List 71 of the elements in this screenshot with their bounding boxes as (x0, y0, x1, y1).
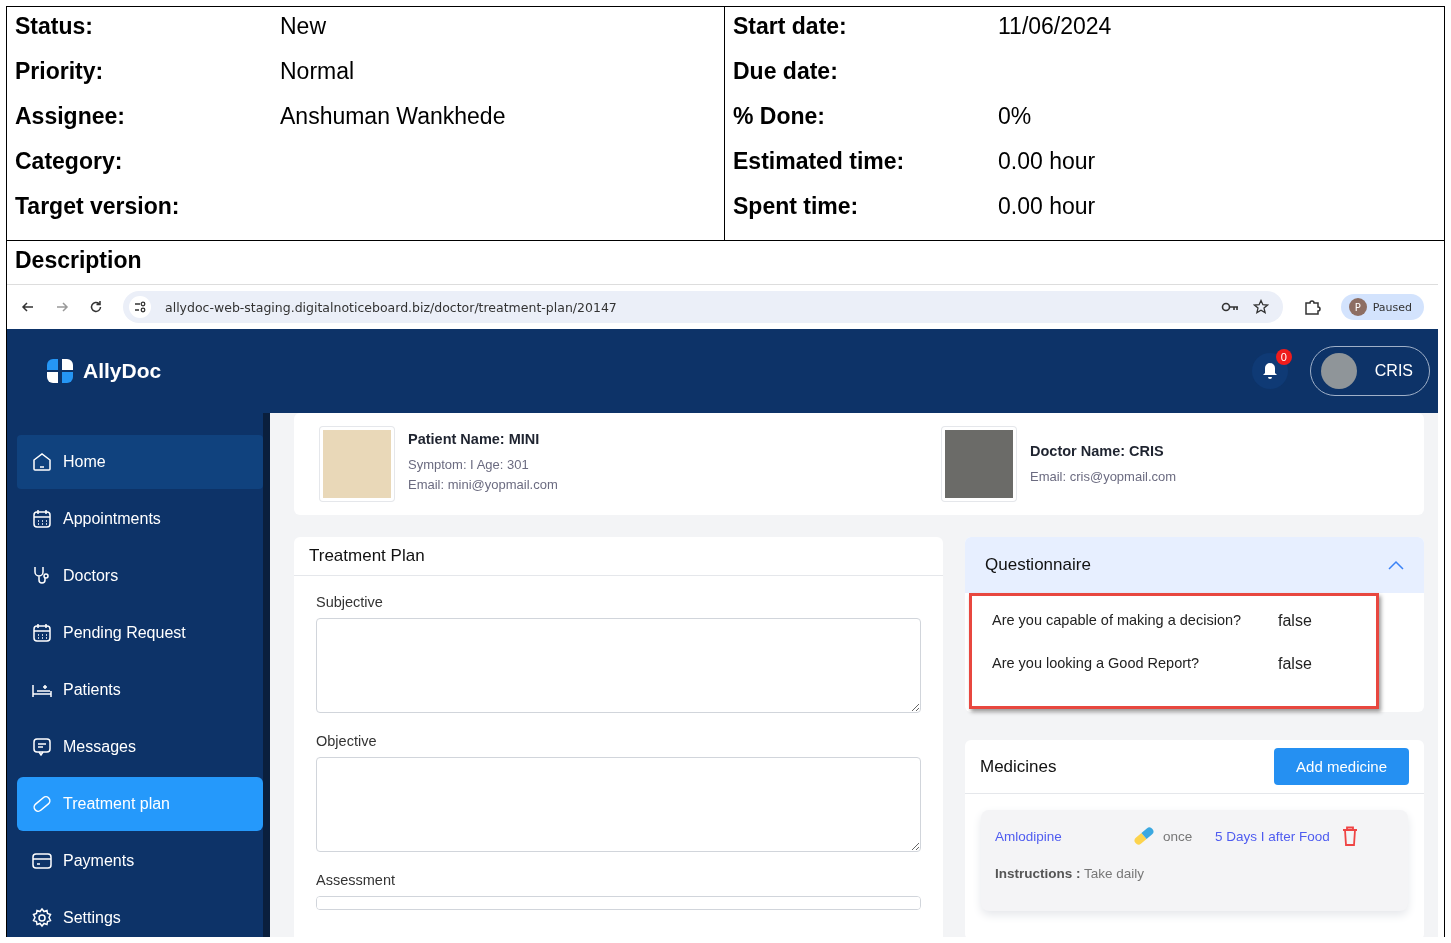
sidebar-item[interactable]: Home (17, 435, 263, 489)
attribute-label: % Done: (733, 103, 826, 130)
key-icon[interactable] (1220, 301, 1239, 313)
attribute-label: Estimated time: (733, 148, 906, 175)
sidebar-item[interactable]: Patients (17, 663, 263, 717)
url-text: allydoc-web-staging.digitalnoticeboard.biz/doctor/treatment-plan/20147 (165, 299, 617, 315)
sidebar-item[interactable]: Messages (17, 720, 263, 774)
attribute-label: Priority: (15, 58, 105, 85)
capsule-icon (1131, 824, 1157, 848)
attribute-value: 0% (998, 103, 1032, 130)
puzzle-icon[interactable] (1302, 298, 1321, 316)
sidebar-item[interactable]: Settings (17, 891, 263, 937)
forward-icon[interactable] (55, 300, 69, 314)
back-icon[interactable] (21, 300, 35, 314)
calendar-icon (31, 508, 53, 530)
sidebar-item[interactable]: Payments (17, 834, 263, 888)
field-label: Assessment (316, 872, 396, 888)
sidebar-item[interactable]: Doctors (17, 549, 263, 603)
attribute-label: Target version: (15, 193, 181, 220)
frequency-text: once (1163, 828, 1194, 844)
accordion-header[interactable]: Questionnaire (965, 537, 1424, 593)
field-label: Subjective (316, 594, 384, 610)
logo-icon (45, 357, 75, 385)
card-title: Treatment Plan (294, 537, 943, 576)
answer-text: false (1278, 655, 1312, 674)
profile-button[interactable]: P Paused (1340, 294, 1424, 320)
attribute-label: Category: (15, 148, 124, 175)
site-settings-icon[interactable] (129, 296, 151, 318)
attribute-label: Start date: (733, 13, 848, 40)
attribute-label: Assignee: (15, 103, 126, 130)
schedule-text: 5 Days I after Food (1215, 828, 1330, 844)
attribute-value: New (280, 13, 326, 40)
pill-icon (31, 793, 53, 815)
scrollbar[interactable] (263, 413, 270, 937)
doctor-email: Email: cris@yopmail.com (1030, 469, 1177, 484)
card-icon (31, 850, 53, 872)
attribute-label: Status: (15, 13, 94, 40)
settings-icon (31, 907, 53, 929)
profile-avatar: P (1348, 298, 1367, 316)
user-avatar (1320, 353, 1357, 389)
answer-text: false (1278, 612, 1312, 631)
attribute-label: Due date: (733, 58, 839, 85)
instructions-text: Instructions : Take daily (995, 866, 1146, 881)
message-icon (31, 736, 53, 758)
question-text: Are you looking a Good Report? (992, 655, 1201, 673)
address-bar[interactable]: allydoc-web-staging.digitalnoticeboard.biz/doctor/treatment-plan/20147 (123, 291, 1283, 323)
attribute-value: Anshuman Wankhede (280, 103, 506, 130)
medicine-name[interactable]: Amlodipine (995, 828, 1125, 844)
question-text: Are you capable of making a decision? (992, 612, 1243, 630)
patient-email: Email: mini@yopmail.com (408, 477, 558, 492)
star-icon[interactable] (1252, 299, 1269, 315)
patient-details: Symptom: I Age: 301 (408, 457, 530, 472)
notification-count: 0 (1275, 349, 1292, 365)
calendar-icon (31, 622, 53, 644)
delete-icon[interactable] (1341, 826, 1358, 846)
attribute-value: 0.00 hour (998, 193, 1096, 220)
notification-bell-icon[interactable] (1261, 362, 1278, 380)
doctor-name: Doctor Name: CRIS (1030, 443, 1165, 459)
reload-icon[interactable] (89, 300, 103, 314)
home-icon (31, 451, 53, 473)
app-logo-text: AllyDoc (83, 359, 162, 383)
attribute-value: 0.00 hour (998, 148, 1096, 175)
field-label: Objective (316, 733, 378, 749)
attribute-value: Normal (280, 58, 355, 85)
sidebar-item[interactable]: Pending Request (17, 606, 263, 660)
attribute-label: Spent time: (733, 193, 860, 220)
description-heading: Description (14, 246, 143, 275)
sidebar-item[interactable]: Appointments (17, 492, 263, 546)
attribute-value: 11/06/2024 (998, 13, 1112, 40)
patient-name: Patient Name: MINI (408, 431, 541, 447)
card-title: Medicines (980, 756, 1057, 777)
